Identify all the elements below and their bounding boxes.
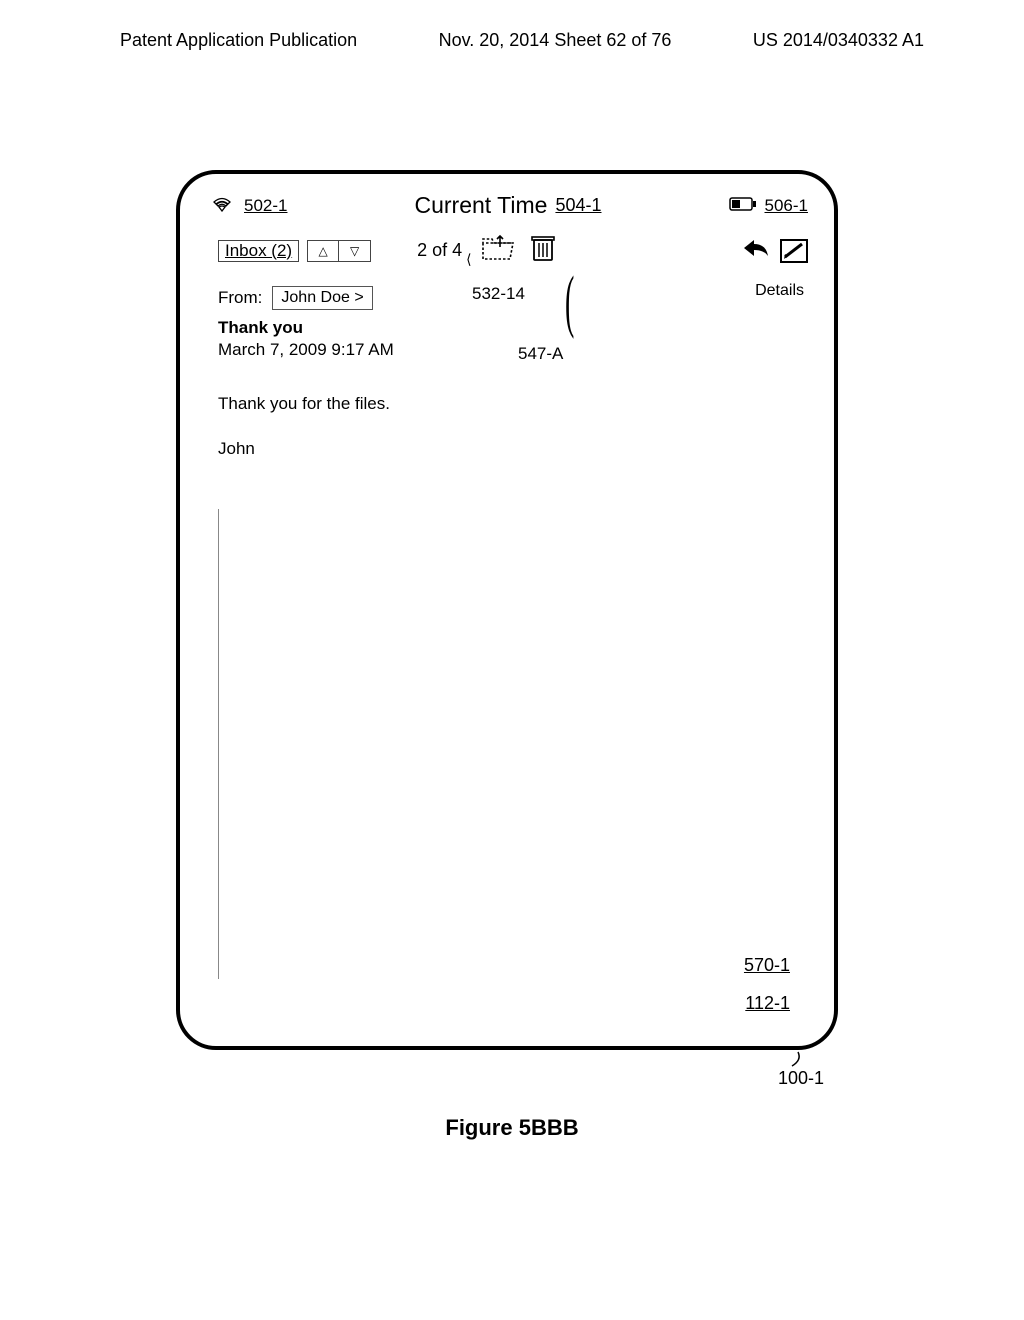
battery-icon [729, 196, 757, 216]
details-link[interactable]: Details [755, 282, 804, 300]
status-right: 506-1 [729, 196, 808, 216]
compose-icon[interactable] [780, 239, 808, 263]
trash-icon[interactable] [530, 234, 556, 267]
body-line-1: Thank you for the files. [218, 390, 808, 417]
signal-ref-label: 502-1 [244, 196, 287, 216]
cursor-callout-paren: ⟨ [466, 251, 471, 268]
status-center: Current Time 504-1 [415, 192, 602, 219]
page-header: Patent Application Publication Nov. 20, … [0, 0, 1024, 61]
nav-up-button[interactable]: △ [307, 240, 339, 262]
ref-112-1: 112-1 [745, 993, 790, 1014]
wifi-icon [210, 194, 234, 217]
sender-chip[interactable]: John Doe > [272, 286, 372, 310]
header-left: Patent Application Publication [120, 30, 357, 51]
battery-ref-label: 506-1 [765, 196, 808, 216]
ref-532-14: 532-14 [472, 284, 525, 304]
subject-text: Thank you [218, 318, 808, 338]
figure-caption: Figure 5BBB [0, 1115, 1024, 1141]
nav-down-button[interactable]: ▽ [339, 240, 371, 262]
nav-bar: Inbox (2) △ ▽ 2 of 4 ⟨ [180, 229, 834, 276]
body-signature: John [218, 435, 808, 462]
message-body: Thank you for the files. John [180, 360, 834, 462]
current-time-label: Current Time [415, 192, 548, 219]
inbox-button[interactable]: Inbox (2) [218, 240, 299, 262]
ref-570-1: 570-1 [744, 955, 790, 976]
ref-100-1: 100-1 [778, 1068, 824, 1089]
content-margin-line [218, 509, 219, 979]
status-bar: 502-1 Current Time 504-1 506-1 [180, 174, 834, 229]
nav-arrow-group: △ ▽ [307, 240, 371, 262]
nav-right-group [742, 238, 808, 263]
message-counter: 2 of 4 [417, 240, 462, 261]
time-ref-label: 504-1 [555, 195, 601, 216]
from-label: From: [218, 288, 262, 308]
move-to-folder-icon[interactable]: ⟨ [480, 233, 516, 268]
callout-brace: ( [565, 262, 574, 342]
ref-547-a: 547-A [518, 344, 563, 364]
status-left: 502-1 [210, 194, 287, 217]
subject-block: Thank you March 7, 2009 9:17 AM [180, 310, 834, 360]
device-frame: 502-1 Current Time 504-1 506-1 Inbox (2)… [176, 170, 838, 1050]
header-right: US 2014/0340332 A1 [753, 30, 924, 51]
date-text: March 7, 2009 9:17 AM [218, 340, 808, 360]
reply-icon[interactable] [742, 238, 770, 263]
header-center: Nov. 20, 2014 Sheet 62 of 76 [439, 30, 672, 51]
